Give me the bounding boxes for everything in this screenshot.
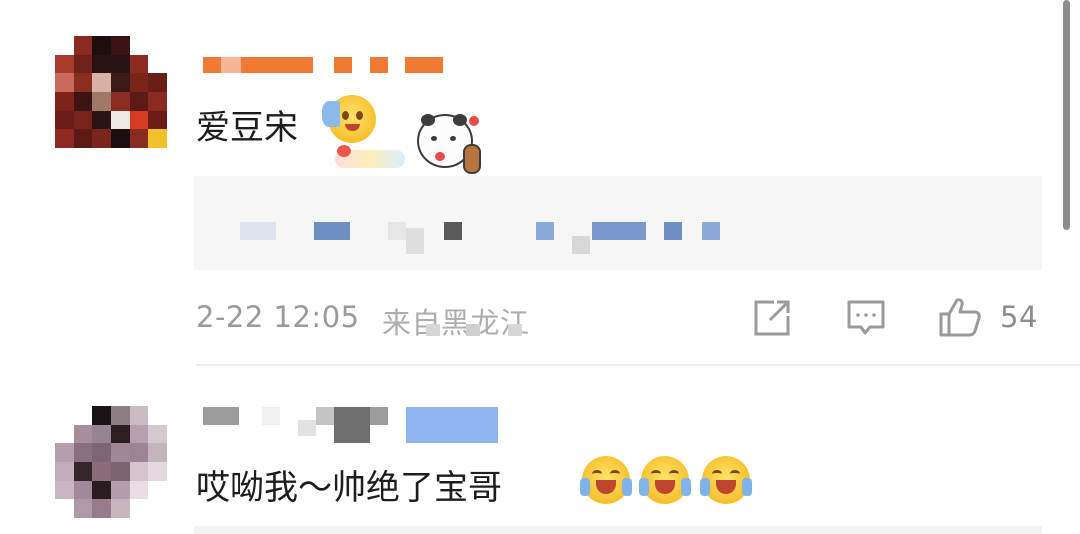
laughing-face-icon [580, 456, 632, 504]
comment-date: 2-22 12:05 [196, 300, 360, 334]
panda-sticker [335, 110, 485, 178]
reply-preview[interactable] [194, 176, 1042, 270]
avatar[interactable] [55, 406, 167, 518]
scrollbar[interactable] [1063, 0, 1070, 230]
laughing-face-icon [639, 456, 691, 504]
comment-text: 爱豆宋 [196, 108, 298, 148]
like-icon[interactable] [938, 296, 982, 338]
avatar[interactable] [55, 36, 167, 148]
reply-preview[interactable] [194, 526, 1042, 534]
laughing-face-icon [700, 456, 752, 504]
share-icon[interactable] [752, 298, 792, 338]
divider [196, 364, 1080, 366]
comment-icon[interactable] [846, 298, 886, 338]
like-count: 54 [1000, 300, 1038, 334]
comment-text: 哎呦我～帅绝了宝哥 [196, 468, 502, 508]
